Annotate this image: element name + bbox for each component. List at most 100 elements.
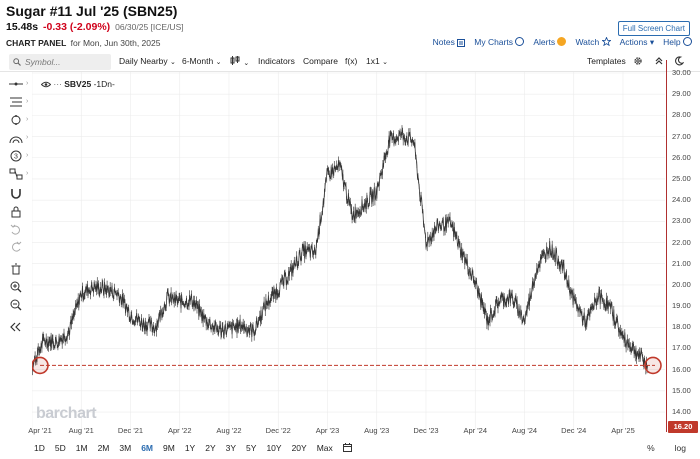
templates-button[interactable]: Templates <box>587 56 626 66</box>
x-tick-label: Dec '23 <box>413 426 439 435</box>
interval-select[interactable]: Daily Nearby ⌄ <box>119 56 176 66</box>
collapse-tools[interactable] <box>6 321 32 335</box>
price-change: -0.33 (-2.09%) <box>43 21 111 33</box>
redo-icon <box>12 241 22 252</box>
price-axis[interactable]: 14.00 15.00 16.00 17.00 18.00 19.00 20.00 21.00… <box>666 60 700 433</box>
fibonacci-tool[interactable]: › <box>6 132 32 146</box>
period-button-9m[interactable]: 9M <box>163 443 175 454</box>
last-price: 15.48s <box>6 21 39 33</box>
scale-options: % log <box>647 443 686 453</box>
percent-toggle[interactable]: % <box>647 443 655 453</box>
redo-tool[interactable] <box>6 241 32 255</box>
calendar-icon[interactable] <box>342 443 352 454</box>
period-button-6m[interactable]: 6M <box>141 443 153 454</box>
lock-tool[interactable] <box>6 206 32 220</box>
delete-tool[interactable] <box>6 263 32 277</box>
alert-icon <box>557 37 567 47</box>
period-button-5d[interactable]: 5D <box>55 443 66 454</box>
y-tick-label: 28.00 <box>672 110 691 120</box>
plus-circle-icon-2 <box>683 37 692 47</box>
alerts-link[interactable]: Alerts <box>533 37 567 48</box>
y-tick-label: 24.00 <box>672 195 691 205</box>
period-button-1m[interactable]: 1M <box>76 443 88 454</box>
actions-menu[interactable]: Actions ▾ <box>620 37 655 48</box>
symbol-search-input[interactable]: Symbol... <box>9 54 111 70</box>
pattern-tool[interactable]: › <box>6 168 32 182</box>
full-screen-chart-button[interactable]: Full Screen Chart <box>617 21 690 36</box>
current-price-tag: 16.20 <box>668 421 698 433</box>
x-tick-label: Dec '22 <box>265 426 291 435</box>
period-button-1d[interactable]: 1D <box>34 443 45 454</box>
y-tick-label: 15.00 <box>672 385 691 395</box>
crosshair-tool[interactable]: › <box>6 78 32 92</box>
indicator-tool[interactable]: › <box>6 96 32 110</box>
layout-select[interactable]: 1x1 ⌄ <box>366 56 388 66</box>
y-tick-label: 30.00 <box>672 68 691 77</box>
double-chevron-left-icon <box>10 322 21 332</box>
period-selector: 1D 5D 1M 2M 3M 6M 9M 1Y 2Y 3Y 5Y 10Y 20Y Max <box>34 443 362 454</box>
chart-type-select[interactable]: ⌄ <box>230 56 249 67</box>
watch-link[interactable]: Watch <box>575 37 611 48</box>
x-tick-label: Dec '21 <box>117 426 144 435</box>
period-button-2y[interactable]: 2Y <box>205 443 215 454</box>
magnet-icon <box>11 189 21 199</box>
undo-tool[interactable] <box>6 224 32 238</box>
y-tick-label: 29.00 <box>672 89 691 99</box>
trash-icon <box>11 263 21 275</box>
x-tick-label: Aug '22 <box>216 426 242 435</box>
undo-icon <box>10 224 20 235</box>
x-tick-label: Aug '24 <box>511 426 538 435</box>
x-tick-label: Apr '25 <box>611 426 635 435</box>
y-tick-label: 17.00 <box>672 343 691 353</box>
eye-icon <box>40 82 52 88</box>
x-tick-label: Apr '21 <box>28 426 52 435</box>
shapes-tool[interactable]: › <box>6 114 32 128</box>
barchart-watermark: barchart <box>36 405 97 422</box>
compare-button[interactable]: Compare <box>303 56 338 66</box>
zoom-out-tool[interactable] <box>6 299 32 313</box>
time-axis[interactable]: Apr '21 Aug '21 Dec '21 Apr '22 Aug '22 Dec '… <box>28 426 665 438</box>
notes-link[interactable]: Notes <box>433 37 466 48</box>
period-button-3m[interactable]: 3M <box>119 443 131 454</box>
price-chart[interactable] <box>32 72 665 430</box>
panel-title: CHART PANEL <box>6 38 67 48</box>
pattern-icon <box>9 168 23 180</box>
period-button-20y[interactable]: 20Y <box>292 443 307 454</box>
period-button-10y[interactable]: 10Y <box>266 443 281 454</box>
magnet-tool[interactable] <box>6 188 32 202</box>
period-button-2m[interactable]: 2M <box>98 443 110 454</box>
plus-circle-icon <box>515 37 525 47</box>
start-highlight-circle <box>32 356 49 375</box>
panel-links: Notes My Charts Alerts Watch Actions ▾ H… <box>433 37 692 48</box>
help-link[interactable]: Help <box>663 37 692 48</box>
end-highlight-circle <box>644 356 662 375</box>
svg-text:3: 3 <box>14 154 18 161</box>
number-circle-icon: 3 <box>10 150 22 162</box>
y-tick-label: 23.00 <box>672 216 691 226</box>
chart-panel-heading: CHART PANEL for Mon, Jun 30th, 2025 <box>6 38 160 48</box>
log-toggle[interactable]: log <box>675 443 686 453</box>
period-button-3y[interactable]: 3Y <box>226 443 236 454</box>
counter-tool[interactable]: 3 › <box>6 150 32 164</box>
candles-icon <box>230 56 240 65</box>
my-charts-link[interactable]: My Charts <box>474 37 525 48</box>
collapse-up-icon[interactable] <box>654 56 664 68</box>
x-tick-label: Apr '23 <box>315 426 340 435</box>
range-select[interactable]: 6-Month ⌄ <box>182 56 221 66</box>
period-button-5y[interactable]: 5Y <box>246 443 256 454</box>
y-tick-label: 26.00 <box>672 152 691 162</box>
x-tick-label: Dec '24 <box>561 426 587 435</box>
lock-icon <box>11 206 21 218</box>
period-button-1y[interactable]: 1Y <box>185 443 195 454</box>
y-tick-label: 14.00 <box>672 407 691 417</box>
search-icon <box>13 58 21 66</box>
chart-toolbar: Symbol... Daily Nearby ⌄ 6-Month ⌄ ⌄ Ind… <box>0 52 700 72</box>
note-icon <box>457 38 466 47</box>
y-tick-label: 20.00 <box>672 279 691 289</box>
fx-button[interactable]: f(x) <box>345 56 357 66</box>
series-symbol: SBV25 <box>64 79 92 89</box>
zoom-in-tool[interactable] <box>6 281 32 295</box>
indicators-button[interactable]: Indicators <box>258 56 295 66</box>
settings-gear-icon[interactable] <box>633 56 643 68</box>
period-button-max[interactable]: Max <box>317 443 333 454</box>
